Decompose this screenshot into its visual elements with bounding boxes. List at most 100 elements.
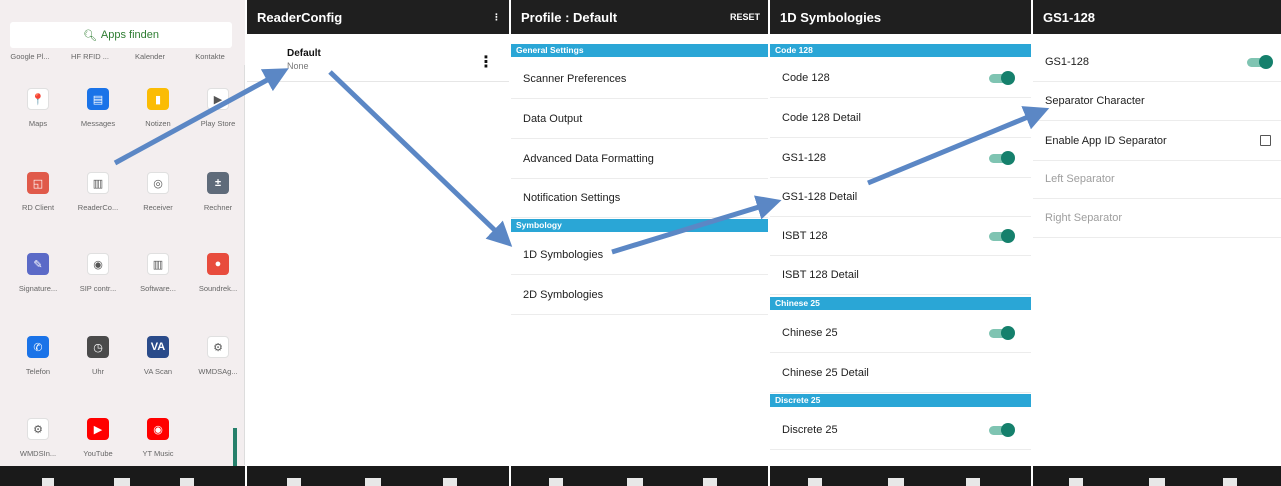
app-label: Telefon (25, 367, 51, 376)
app-label[interactable]: Kalender (120, 52, 180, 66)
row-label: GS1-128 (1045, 56, 1090, 68)
row-label: Chinese 25 Detail (782, 367, 869, 379)
reset-button[interactable]: RESET (730, 12, 760, 22)
nav-bar (0, 466, 245, 486)
signature-icon: ✎ (27, 253, 49, 275)
app-icon-tile[interactable]: ◉ YT Music (128, 418, 188, 458)
setting-data-output[interactable]: Data Output (511, 99, 768, 139)
row-label: Discrete 25 (782, 424, 838, 436)
row-label: ISBT 128 Detail (782, 269, 859, 281)
app-label: Play Store (200, 119, 236, 128)
app-icon-tile[interactable]: ✎ Signature... (8, 253, 68, 293)
section-header: Symbology (511, 219, 768, 232)
app-icon-tile[interactable]: 📍 Maps (8, 88, 68, 128)
app-icon-tile[interactable]: ▤ Messages (68, 88, 128, 128)
app-label: ReaderCo... (77, 203, 119, 212)
app-icon-tile[interactable]: ◷ Uhr (68, 336, 128, 376)
app-icon-tile[interactable]: ▥ Software... (128, 253, 188, 293)
toggle-switch[interactable] (989, 151, 1015, 165)
setting-advanced-data-formatting[interactable]: Advanced Data Formatting (511, 139, 768, 179)
phone-icon: ✆ (27, 336, 49, 358)
app-icon-tile[interactable]: ▶ Play Store (188, 88, 245, 128)
setting-enable-app-id-separator[interactable]: Enable App ID Separator (1033, 121, 1281, 161)
symbology-chinese-25[interactable]: Chinese 25 (770, 313, 1031, 353)
symbology-code-128-detail[interactable]: Code 128 Detail (770, 98, 1031, 138)
setting-2d-symbologies[interactable]: 2D Symbologies (511, 275, 768, 315)
toggle-switch[interactable] (989, 423, 1015, 437)
section-header: Chinese 25 (770, 297, 1031, 310)
symbology-gs1-128-detail[interactable]: GS1-128 Detail (770, 177, 1031, 217)
row-label: Chinese 25 (782, 327, 838, 339)
toggle-switch[interactable] (989, 71, 1015, 85)
app-icon-tile[interactable]: ◎ Receiver (128, 172, 188, 212)
profile-item-default[interactable]: Default None ⋮ (247, 40, 509, 82)
app-label: YouTube (83, 449, 113, 458)
readerconfig-icon: ▥ (87, 172, 109, 194)
clock-icon: ◷ (87, 336, 109, 358)
app-row-top: Google Pl... HF RFID ... Kalender Kontak… (0, 52, 245, 66)
app-label: Signature... (18, 284, 58, 293)
app-label: Receiver (143, 203, 173, 212)
yt-music-icon: ◉ (147, 418, 169, 440)
setting-gs1-128[interactable]: GS1-128 (1033, 42, 1281, 82)
app-label[interactable]: Google Pl... (0, 52, 60, 66)
page-title: Profile : Default (521, 9, 618, 25)
app-icon-tile[interactable]: ± Rechner (188, 172, 245, 212)
app-icon-tile[interactable]: ▮ Notizen (128, 88, 188, 128)
play-store-icon: ▶ (207, 88, 229, 110)
symbology-chinese-25-detail[interactable]: Chinese 25 Detail (770, 353, 1031, 393)
app-icon-tile[interactable]: ▶ YouTube (68, 418, 128, 458)
symbology-discrete-25[interactable]: Discrete 25 (770, 410, 1031, 450)
app-icon-tile[interactable]: ◱ RD Client (8, 172, 68, 212)
row-label: GS1-128 (782, 152, 827, 164)
app-icon-tile[interactable]: ⚙ WMDSAg... (188, 336, 245, 376)
app-icon-tile[interactable]: ▥ ReaderCo... (68, 172, 128, 212)
app-icon-tile[interactable]: VA VA Scan (128, 336, 188, 376)
setting-notification-settings[interactable]: Notification Settings (511, 178, 768, 218)
row-label: Code 128 Detail (782, 112, 861, 124)
toggle-switch[interactable] (1247, 55, 1273, 69)
gs1-toolbar: GS1-128 (1033, 0, 1281, 34)
checkbox[interactable] (1260, 135, 1271, 146)
nav-bar (247, 466, 509, 486)
symbology-isbt-128[interactable]: ISBT 128 (770, 216, 1031, 256)
app-icon-tile[interactable]: ✆ Telefon (8, 336, 68, 376)
profile-toolbar: Profile : Default RESET (511, 0, 768, 34)
app-label[interactable]: HF RFID ... (60, 52, 120, 66)
page-title: GS1-128 (1043, 9, 1096, 25)
calculator-icon: ± (207, 172, 229, 194)
messages-icon: ▤ (87, 88, 109, 110)
youtube-icon: ▶ (87, 418, 109, 440)
app-search-bar[interactable]: 🔍︎ Apps finden (10, 22, 232, 48)
row-label: ISBT 128 (782, 230, 828, 242)
app-label: Uhr (91, 367, 105, 376)
symbology-gs1-128[interactable]: GS1-128 (770, 138, 1031, 178)
app-label: WMDSAg... (198, 367, 238, 376)
app-label: WMDSIn... (19, 449, 57, 458)
symbologies-toolbar: 1D Symbologies (770, 0, 1031, 34)
wmds-installer-icon: ⚙ (27, 418, 49, 440)
scrollbar-thumb[interactable] (233, 428, 237, 466)
symbology-isbt-128-detail[interactable]: ISBT 128 Detail (770, 255, 1031, 295)
setting-scanner-preferences[interactable]: Scanner Preferences (511, 59, 768, 99)
overflow-menu-icon[interactable]: ⋮ (492, 12, 501, 23)
search-label: Apps finden (100, 29, 160, 41)
row-label: GS1-128 Detail (782, 191, 858, 203)
app-label: Software... (140, 284, 176, 293)
app-icon-tile[interactable]: ● Soundrek... (188, 253, 245, 293)
readerconfig-panel: ReaderConfig ⋮ Default None ⋮ (247, 0, 509, 486)
setting-1d-symbologies[interactable]: 1D Symbologies (511, 235, 768, 275)
profile-menu-icon[interactable]: ⋮ (478, 52, 494, 72)
toggle-switch[interactable] (989, 326, 1015, 340)
va-scan-icon: VA (147, 336, 169, 358)
software-icon: ▥ (147, 253, 169, 275)
app-icon-tile[interactable]: ⚙ WMDSIn... (8, 418, 68, 458)
app-icon-tile[interactable]: ◉ SIP contr... (68, 253, 128, 293)
section-header: Discrete 25 (770, 394, 1031, 407)
app-label: VA Scan (143, 367, 173, 376)
setting-separator-character[interactable]: Separator Character (1033, 81, 1281, 121)
nav-bar (770, 466, 1031, 486)
toggle-switch[interactable] (989, 229, 1015, 243)
symbology-code-128[interactable]: Code 128 (770, 58, 1031, 98)
app-label[interactable]: Kontakte (180, 52, 240, 66)
